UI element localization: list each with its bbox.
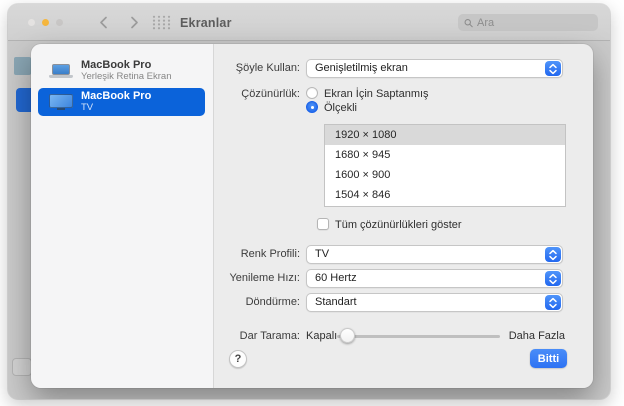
background-display-thumbnail <box>14 57 31 75</box>
radio-scaled-label[interactable]: Ölçekli <box>324 102 357 114</box>
use-as-label: Şöyle Kullan: <box>235 62 300 74</box>
show-all-preferences-button[interactable] <box>152 15 171 35</box>
rotation-popup[interactable]: Standart <box>306 293 563 312</box>
display-title: MacBook Pro <box>81 59 152 72</box>
display-settings-form: Şöyle Kullan: Genişletilmiş ekran Çözünü… <box>214 44 593 388</box>
radio-default-label[interactable]: Ekran İçin Saptanmış <box>324 88 429 100</box>
display-subtitle: Yerleşik Retina Ekran <box>81 70 172 82</box>
show-all-resolutions-label[interactable]: Tüm çözünürlükleri göster <box>335 219 462 231</box>
minimize-button[interactable] <box>42 19 49 26</box>
underscan-max-label: Daha Fazla <box>508 330 565 342</box>
displays-preferences-window: Ekranlar MacBook Pro Yerleşik Retina Ekr… <box>8 4 610 399</box>
color-profile-popup[interactable]: TV <box>306 245 563 264</box>
display-title: MacBook Pro <box>81 90 152 103</box>
display-settings-dialog: MacBook Pro Yerleşik Retina Ekran MacBoo… <box>31 44 593 388</box>
color-profile-label: Renk Profili: <box>240 248 300 260</box>
underscan-slider-track[interactable] <box>337 335 500 338</box>
zoom-button[interactable] <box>56 19 63 26</box>
radio-default-for-display[interactable] <box>306 87 318 99</box>
underscan-slider-thumb[interactable] <box>340 328 355 343</box>
chevron-right-icon <box>130 16 138 29</box>
done-button[interactable]: Bitti <box>530 349 567 368</box>
search-icon <box>464 18 473 27</box>
resolution-label: Çözünürlük: <box>241 88 300 100</box>
laptop-icon <box>49 63 73 79</box>
background-selected-row-fragment <box>16 88 32 112</box>
window-title: Ekranlar <box>180 15 232 30</box>
show-all-resolutions-checkbox[interactable] <box>317 218 329 230</box>
chevron-left-icon <box>99 16 107 29</box>
sidebar-item-builtin-display[interactable]: MacBook Pro Yerleşik Retina Ekran <box>38 57 205 85</box>
resolution-row[interactable]: 1680 × 945 <box>325 145 565 165</box>
refresh-rate-popup[interactable]: 60 Hertz <box>306 269 563 288</box>
rotation-label: Döndürme: <box>245 296 300 308</box>
popup-stepper-icon <box>545 61 561 76</box>
search-field[interactable] <box>458 14 598 31</box>
display-list-sidebar: MacBook Pro Yerleşik Retina Ekran MacBoo… <box>31 44 214 388</box>
grid-icon <box>152 15 171 30</box>
underscan-label: Dar Tarama: <box>239 330 300 342</box>
resolution-list: 1920 × 1080 1680 × 945 1600 × 900 1504 ×… <box>324 124 566 207</box>
forward-button[interactable] <box>124 12 144 33</box>
use-as-popup[interactable]: Genişletilmiş ekran <box>306 59 563 78</box>
search-input[interactable] <box>476 16 592 29</box>
use-as-value: Genişletilmiş ekran <box>315 62 408 74</box>
resolution-row[interactable]: 1600 × 900 <box>325 165 565 185</box>
display-subtitle: TV <box>81 101 94 113</box>
popup-stepper-icon <box>545 271 561 286</box>
popup-stepper-icon <box>545 247 561 262</box>
traffic-lights <box>28 4 63 41</box>
close-button[interactable] <box>28 19 35 26</box>
back-button[interactable] <box>93 12 113 33</box>
underscan-min-label: Kapalı <box>306 330 338 342</box>
color-profile-value: TV <box>315 248 330 260</box>
resolution-row[interactable]: 1504 × 846 <box>325 185 565 205</box>
sidebar-item-tv-display[interactable]: MacBook Pro TV <box>38 88 205 116</box>
resolution-row[interactable]: 1920 × 1080 <box>325 125 565 145</box>
rotation-value: Standart <box>315 296 357 308</box>
refresh-rate-label: Yenileme Hızı: <box>229 272 300 284</box>
toolbar: Ekranlar <box>8 4 610 41</box>
help-button[interactable]: ? <box>229 350 247 368</box>
background-button-fragment <box>12 358 32 376</box>
tv-icon <box>49 93 73 111</box>
radio-scaled[interactable] <box>306 101 318 113</box>
refresh-rate-value: 60 Hertz <box>315 272 357 284</box>
popup-stepper-icon <box>545 295 561 310</box>
